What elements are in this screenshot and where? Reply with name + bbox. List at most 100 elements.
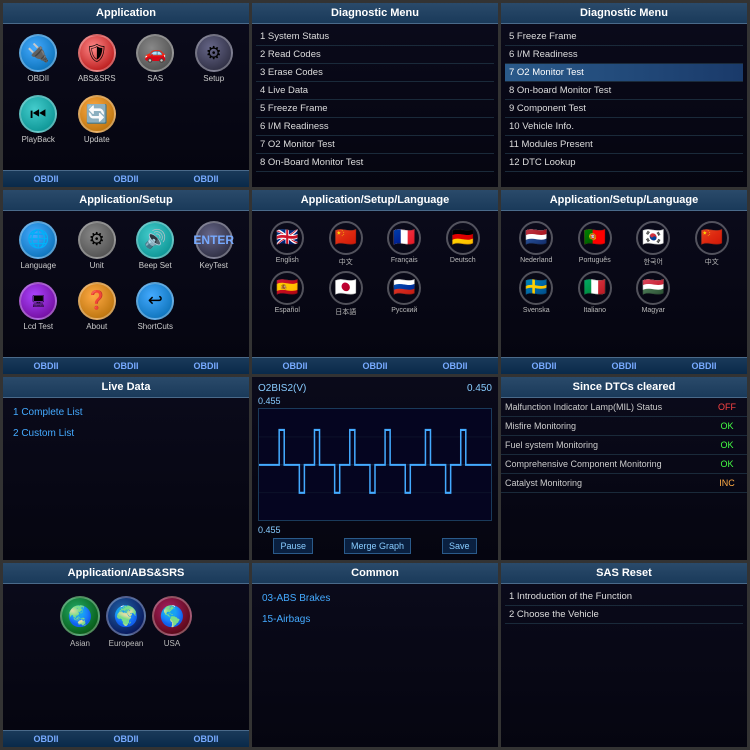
keytest-label: KeyTest <box>200 261 228 270</box>
menu-item-4[interactable]: 4 Live Data <box>256 82 494 100</box>
flag-chinese2[interactable]: 🇨🇳 中文 <box>685 221 740 267</box>
flag-swedish-icon: 🇸🇪 <box>519 271 553 305</box>
dm2-item-3[interactable]: 7 O2 Monitor Test <box>505 64 743 82</box>
menu-item-3[interactable]: 3 Erase Codes <box>256 64 494 82</box>
dm2-item-1[interactable]: 5 Freeze Frame <box>505 28 743 46</box>
footer-btn-3[interactable]: OBDII <box>193 174 218 184</box>
merge-graph-button[interactable]: Merge Graph <box>344 538 411 554</box>
sas-item-1[interactable]: 1 Introduction of the Function <box>505 588 743 606</box>
flag-spanish-label: Español <box>275 307 300 314</box>
dm2-item-7[interactable]: 11 Modules Present <box>505 136 743 154</box>
language-item[interactable]: 🌐 Language <box>11 221 66 270</box>
flag-chinese-icon: 🇨🇳 <box>329 221 363 255</box>
application-title: Application <box>3 3 249 24</box>
dm2-item-5[interactable]: 9 Component Test <box>505 100 743 118</box>
dm2-item-6[interactable]: 10 Vehicle Info. <box>505 118 743 136</box>
menu-item-8[interactable]: 8 On-Board Monitor Test <box>256 154 494 172</box>
european-globe[interactable]: 🌍 European <box>106 596 146 648</box>
sas-label: SAS <box>147 74 163 83</box>
lcdtest-item[interactable]: 🖥 Lcd Test <box>11 282 66 331</box>
lang2-footer: OBDII OBDII OBDII <box>501 357 747 374</box>
menu-item-6[interactable]: 6 I/M Readiness <box>256 118 494 136</box>
setup-icons-row2: 🖥 Lcd Test ❓ About ↩ ShortCuts <box>7 276 245 337</box>
mil-value: OFF <box>707 398 747 416</box>
lang2-footer-3[interactable]: OBDII <box>691 361 716 371</box>
playback-icon-item[interactable]: ⏮ PlayBack <box>11 95 66 144</box>
app-icons-row2: ⏮ PlayBack 🔄 Update <box>7 89 245 150</box>
abs-srs-title: Application/ABS&SRS <box>3 563 249 584</box>
setup-icon-item[interactable]: ⚙ Setup <box>187 34 242 83</box>
flag-swedish[interactable]: 🇸🇪 Svenska <box>509 271 564 314</box>
menu-item-1[interactable]: 1 System Status <box>256 28 494 46</box>
shortcuts-icon: ↩ <box>136 282 174 320</box>
shortcuts-item[interactable]: ↩ ShortCuts <box>128 282 183 331</box>
menu-item-5[interactable]: 5 Freeze Frame <box>256 100 494 118</box>
language-1-title: Application/Setup/Language <box>252 190 498 211</box>
since-dtcs-content: Malfunction Indicator Lamp(MIL) Status O… <box>501 398 747 561</box>
status-row-comprehensive: Comprehensive Component Monitoring OK <box>501 455 747 474</box>
save-button[interactable]: Save <box>442 538 477 554</box>
flag-japanese[interactable]: 🇯🇵 日本語 <box>319 271 374 317</box>
comprehensive-label: Comprehensive Component Monitoring <box>501 455 707 473</box>
keytest-item[interactable]: ENTER KeyTest <box>187 221 242 270</box>
setup-footer-3[interactable]: OBDII <box>193 361 218 371</box>
flag-french[interactable]: 🇫🇷 Français <box>377 221 432 267</box>
lang1-footer-1[interactable]: OBDII <box>282 361 307 371</box>
lang2-footer-2[interactable]: OBDII <box>611 361 636 371</box>
unit-item[interactable]: ⚙ Unit <box>70 221 125 270</box>
setup-footer-1[interactable]: OBDII <box>33 361 58 371</box>
dm2-item-2[interactable]: 6 I/M Readiness <box>505 46 743 64</box>
update-icon-item[interactable]: 🔄 Update <box>70 95 125 144</box>
dm2-item-8[interactable]: 12 DTC Lookup <box>505 154 743 172</box>
diagnostic-menu-2-panel: Diagnostic Menu 5 Freeze Frame 6 I/M Rea… <box>501 3 747 187</box>
sas-item-2[interactable]: 2 Choose the Vehicle <box>505 606 743 624</box>
obdii-label: OBDII <box>27 74 49 83</box>
flag-dutch[interactable]: 🇳🇱 Nederland <box>509 221 564 267</box>
flag-portuguese[interactable]: 🇵🇹 Português <box>568 221 623 267</box>
common-item-1[interactable]: 03-ABS Brakes <box>256 588 494 609</box>
abs-srs-icon-item[interactable]: 🛡 ABS&SRS <box>70 34 125 83</box>
abs-footer-2[interactable]: OBDII <box>113 734 138 744</box>
language-2-title: Application/Setup/Language <box>501 190 747 211</box>
flag-chinese2-icon: 🇨🇳 <box>695 221 729 255</box>
graph-content: O2BIS2(V) 0.450 0.455 0.455 Pause Merge … <box>252 377 498 561</box>
pause-button[interactable]: Pause <box>273 538 313 554</box>
common-item-2[interactable]: 15-Airbags <box>256 609 494 630</box>
lang1-footer: OBDII OBDII OBDII <box>252 357 498 374</box>
setup-footer-2[interactable]: OBDII <box>113 361 138 371</box>
menu-item-2[interactable]: 2 Read Codes <box>256 46 494 64</box>
asian-globe[interactable]: 🌏 Asian <box>60 596 100 648</box>
flag-chinese[interactable]: 🇨🇳 中文 <box>319 221 374 267</box>
flag-russian[interactable]: 🇷🇺 Русский <box>377 271 432 317</box>
lang1-footer-2[interactable]: OBDII <box>362 361 387 371</box>
flag-italian[interactable]: 🇮🇹 Italiano <box>568 271 623 314</box>
flag-chinese2-label: 中文 <box>705 257 719 267</box>
lang1-footer-3[interactable]: OBDII <box>442 361 467 371</box>
flag-german[interactable]: 🇩🇪 Deutsch <box>436 221 491 267</box>
beep-item[interactable]: 🔊 Beep Set <box>128 221 183 270</box>
about-item[interactable]: ❓ About <box>70 282 125 331</box>
update-label: Update <box>84 135 110 144</box>
usa-globe[interactable]: 🌎 USA <box>152 596 192 648</box>
live-data-item-2[interactable]: 2 Custom List <box>7 423 245 444</box>
app-icons-row1: 🔌 OBDII 🛡 ABS&SRS 🚗 SAS ⚙ Setup <box>7 28 245 89</box>
flag-korean[interactable]: 🇰🇷 한국어 <box>626 221 681 267</box>
live-data-item-1[interactable]: 1 Complete List <box>7 402 245 423</box>
footer-btn-2[interactable]: OBDII <box>113 174 138 184</box>
dm2-item-4[interactable]: 8 On-board Monitor Test <box>505 82 743 100</box>
flag-korean-label: 한국어 <box>644 257 663 267</box>
lang2-footer-1[interactable]: OBDII <box>531 361 556 371</box>
graph-area <box>258 408 492 522</box>
flag-spanish[interactable]: 🇪🇸 Español <box>260 271 315 317</box>
abs-footer-1[interactable]: OBDII <box>33 734 58 744</box>
menu-item-7[interactable]: 7 O2 Monitor Test <box>256 136 494 154</box>
abs-footer-3[interactable]: OBDII <box>193 734 218 744</box>
flag-hungarian[interactable]: 🇭🇺 Magyar <box>626 271 681 314</box>
sas-icon-item[interactable]: 🚗 SAS <box>128 34 183 83</box>
obdii-icon-item[interactable]: 🔌 OBDII <box>11 34 66 83</box>
flag-english[interactable]: 🇬🇧 English <box>260 221 315 267</box>
abs-srs-content: 🌏 Asian 🌍 European 🌎 USA <box>3 584 249 730</box>
footer-btn-1[interactable]: OBDII <box>33 174 58 184</box>
live-data-content: 1 Complete List 2 Custom List <box>3 398 249 561</box>
beep-icon: 🔊 <box>136 221 174 259</box>
